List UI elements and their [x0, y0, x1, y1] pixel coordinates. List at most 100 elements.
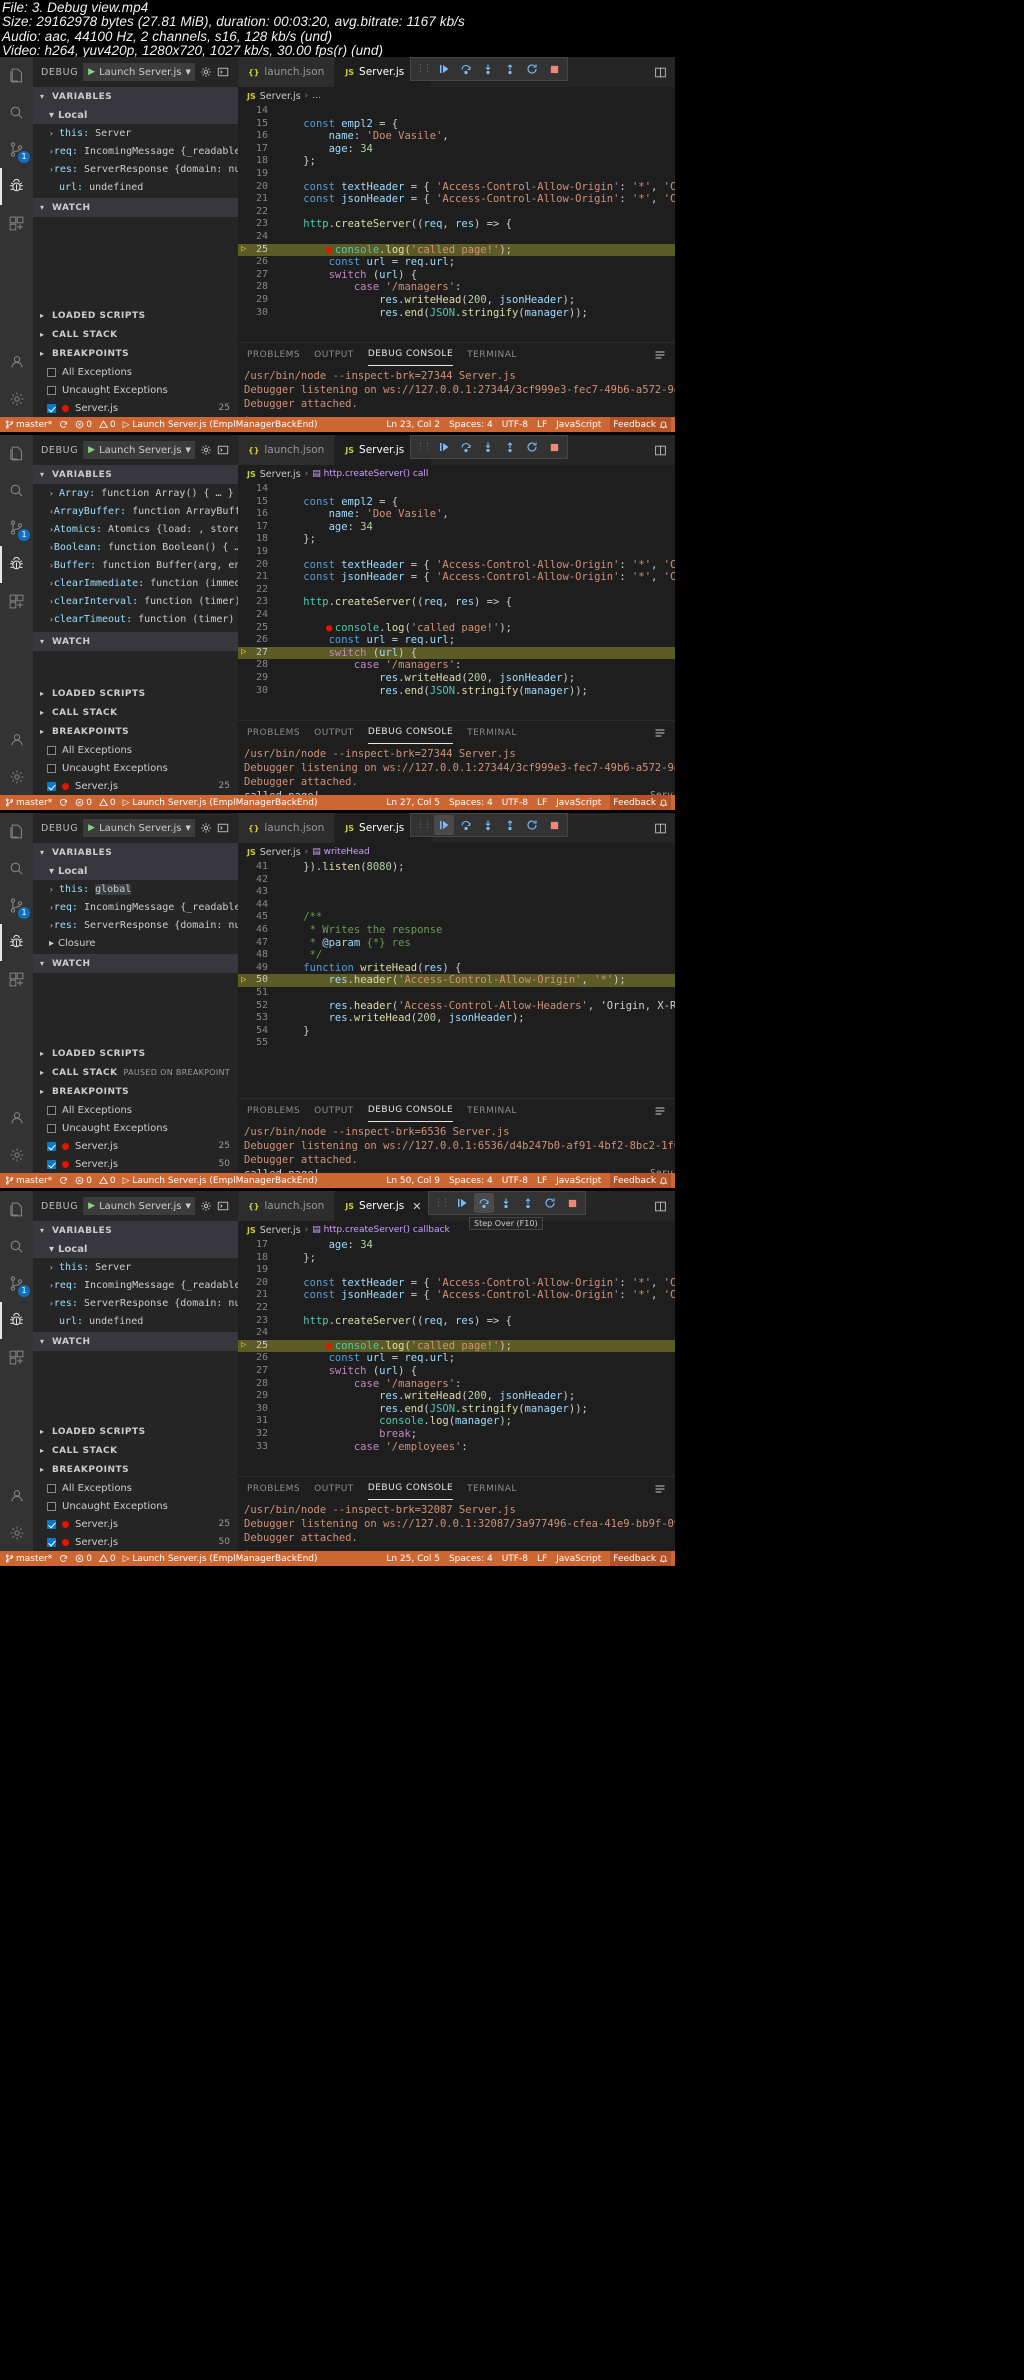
breakpoint-checkbox[interactable] — [47, 763, 56, 773]
step-into-button[interactable] — [496, 1193, 516, 1213]
breakpoint-checkbox[interactable] — [47, 1159, 56, 1169]
breakpoint-gutter[interactable]: ▷ — [238, 974, 252, 987]
tab-launch-json[interactable]: {} launch.json — [238, 813, 336, 843]
variable-row[interactable]: ›clearTimeout: function (timer) { … — [33, 610, 238, 628]
code-line[interactable]: 23 http.createServer((req, res) => { — [238, 218, 675, 231]
scope-closure[interactable]: ▸Closure — [33, 934, 238, 952]
run-and-debug-icon[interactable] — [0, 1302, 33, 1339]
breakpoint-gutter[interactable] — [238, 181, 252, 194]
variable-row[interactable]: › Array: function Array() { … } — [33, 484, 238, 502]
section-variables[interactable]: ▾ VARIABLES — [33, 1221, 238, 1240]
breakpoint-gutter[interactable] — [238, 508, 252, 521]
status-language[interactable]: JavaScript — [556, 420, 601, 430]
panel-tab-debug-console[interactable]: DEBUG CONSOLE — [367, 721, 454, 744]
breadcrumb-symbol[interactable]: ▤ http.createServer() callback — [312, 1225, 450, 1235]
variable-row[interactable]: ›res: ServerResponse {domain: null,… — [33, 1294, 238, 1312]
breakpoint-gutter[interactable] — [238, 118, 252, 131]
tab-launch-json[interactable]: {} launch.json — [238, 1191, 336, 1221]
variable-row[interactable]: › this: global — [33, 880, 238, 898]
variable-row[interactable]: ›clearImmediate: function (immediat… — [33, 574, 238, 592]
code-line[interactable]: 14 — [238, 483, 675, 496]
breakpoint-gutter[interactable] — [238, 231, 252, 244]
breakpoint-item[interactable]: Uncaught Exceptions — [33, 381, 238, 399]
breakpoint-gutter[interactable] — [238, 1352, 252, 1365]
code-line[interactable]: 51 — [238, 987, 675, 1000]
debug-toolbar[interactable]: ⋮⋮ — [410, 435, 568, 459]
code-line[interactable]: 23 http.createServer((req, res) => { — [238, 596, 675, 609]
extensions-icon[interactable] — [0, 205, 33, 242]
step-out-button[interactable] — [500, 437, 520, 457]
code-editor[interactable]: 17 age: 34 18 }; 19 20 const textHeader = {… — [238, 1239, 675, 1476]
panel-tab-terminal[interactable]: TERMINAL — [467, 1099, 517, 1122]
breakpoint-gutter[interactable] — [238, 1403, 252, 1416]
panel-tab-output[interactable]: OUTPUT — [314, 1099, 354, 1122]
split-editor-icon[interactable] — [654, 1200, 667, 1213]
breakpoint-checkbox[interactable] — [47, 1483, 56, 1493]
breakpoint-checkbox[interactable] — [47, 367, 56, 377]
explorer-icon[interactable] — [0, 1191, 33, 1228]
code-line[interactable]: 22 — [238, 1302, 675, 1315]
breakpoint-item[interactable]: Uncaught Exceptions — [33, 1119, 238, 1137]
breakpoint-gutter[interactable] — [238, 1012, 252, 1025]
breakpoint-gutter[interactable]: ▷ — [238, 244, 252, 257]
breakpoint-gutter[interactable] — [238, 496, 252, 509]
breakpoint-gutter[interactable] — [238, 483, 252, 496]
status-encoding[interactable]: UTF-8 — [502, 798, 528, 808]
open-debug-console-icon[interactable] — [217, 1200, 229, 1212]
breakpoint-gutter[interactable] — [238, 168, 252, 181]
variable-row[interactable]: › this: Server — [33, 124, 238, 142]
breakpoint-gutter[interactable] — [238, 218, 252, 231]
breakpoint-gutter[interactable] — [238, 584, 252, 597]
status-indentation[interactable]: Spaces: 4 — [449, 1176, 493, 1186]
variable-row[interactable]: ›ArrayBuffer: function ArrayBuffer(… — [33, 502, 238, 520]
status-cursor-position[interactable]: Ln 25, Col 5 — [386, 1554, 440, 1564]
section-breakpoints[interactable]: ▸ BREAKPOINTS — [33, 1460, 238, 1479]
breakpoint-gutter[interactable] — [238, 269, 252, 282]
breakpoint-checkbox[interactable] — [47, 403, 56, 413]
code-line[interactable]: 24 — [238, 231, 675, 244]
breakpoint-gutter[interactable] — [238, 685, 252, 698]
status-eol[interactable]: LF — [537, 798, 547, 808]
breakpoint-gutter[interactable] — [238, 886, 252, 899]
source-control-icon[interactable]: 1 — [0, 131, 33, 168]
section-variables[interactable]: ▾ VARIABLES — [33, 87, 238, 106]
split-editor-icon[interactable] — [654, 822, 667, 835]
breakpoint-checkbox[interactable] — [47, 1501, 56, 1511]
code-line[interactable]: 29 res.writeHead(200, jsonHeader); — [238, 1390, 675, 1403]
step-into-button[interactable] — [478, 437, 498, 457]
stop-button[interactable] — [544, 815, 564, 835]
status-feedback[interactable]: Feedback — [610, 795, 671, 810]
status-eol[interactable]: LF — [537, 1554, 547, 1564]
variable-row[interactable]: ›Buffer: function Buffer(arg, encod… — [33, 556, 238, 574]
breakpoint-gutter[interactable] — [238, 533, 252, 546]
breadcrumb-file[interactable]: Server.js — [260, 91, 301, 102]
variable-row[interactable]: ›req: IncomingMessage {_readableSta… — [33, 1276, 238, 1294]
code-line[interactable]: 49 function writeHead(res) { — [238, 962, 675, 975]
status-branch[interactable]: master* — [5, 798, 52, 808]
code-line[interactable]: 16 name: 'Doe Vasile', — [238, 508, 675, 521]
debug-settings-icon[interactable] — [200, 1200, 212, 1212]
manage-settings-icon[interactable] — [0, 1514, 33, 1551]
status-sync[interactable] — [59, 1554, 68, 1563]
breakpoint-gutter[interactable] — [238, 294, 252, 307]
code-line[interactable]: 54 } — [238, 1025, 675, 1038]
restart-button[interactable] — [522, 815, 542, 835]
panel-tab-debug-console[interactable]: DEBUG CONSOLE — [367, 343, 454, 366]
breakpoint-checkbox[interactable] — [47, 1519, 56, 1529]
scope-local[interactable]: ▾ Local — [33, 862, 238, 880]
section-watch[interactable]: ▾ WATCH — [33, 632, 238, 651]
code-line[interactable]: 17 age: 34 — [238, 521, 675, 534]
breakpoint-checkbox[interactable] — [47, 781, 56, 791]
breakpoint-gutter[interactable] — [238, 155, 252, 168]
code-line[interactable]: 21 const jsonHeader = { 'Access-Control-… — [238, 571, 675, 584]
breakpoint-item[interactable]: Server.js 25 — [33, 1137, 238, 1155]
drag-handle[interactable]: ⋮⋮ — [414, 64, 432, 74]
breakpoint-checkbox[interactable] — [47, 1537, 56, 1547]
explorer-icon[interactable] — [0, 813, 33, 850]
code-line[interactable]: 30 res.end(JSON.stringify(manager)); — [238, 307, 675, 320]
status-feedback[interactable]: Feedback — [610, 1173, 671, 1188]
debug-toolbar[interactable]: ⋮⋮ Step Over (F10) — [428, 1191, 586, 1230]
status-indentation[interactable]: Spaces: 4 — [449, 1554, 493, 1564]
status-sync[interactable] — [59, 1176, 68, 1185]
status-cursor-position[interactable]: Ln 50, Col 9 — [386, 1176, 440, 1186]
